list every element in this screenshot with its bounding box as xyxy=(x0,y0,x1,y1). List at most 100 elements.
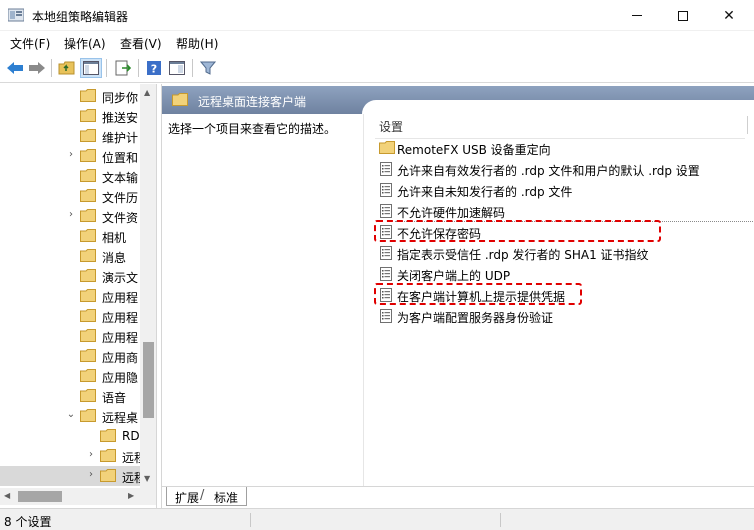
folder-icon xyxy=(80,149,96,162)
toolbar-separator xyxy=(192,59,193,77)
show-hide-tree-icon xyxy=(83,61,99,75)
policy-setting-icon xyxy=(379,267,393,281)
tree-item[interactable]: 语音 xyxy=(0,386,140,406)
tree-item[interactable]: 应用程 xyxy=(0,306,140,326)
show-hide-tree-button[interactable] xyxy=(80,58,102,78)
properties-view-button[interactable] xyxy=(166,58,188,78)
tree-item[interactable]: › 位置和 xyxy=(0,146,140,166)
maximize-icon xyxy=(678,10,688,21)
help-button[interactable]: ? xyxy=(143,58,165,78)
tree-item[interactable]: 推送安 xyxy=(0,106,140,126)
setting-row[interactable]: 指定表示受信任 .rdp 发行者的 SHA1 证书指纹 xyxy=(377,243,753,264)
maximize-button[interactable] xyxy=(660,0,706,31)
menu-file[interactable]: 文件(F) xyxy=(10,35,50,52)
setting-label: 允许来自有效发行者的 .rdp 文件和用户的默认 .rdp 设置 xyxy=(397,164,700,178)
tree-item-label: 文本输 xyxy=(102,171,139,185)
menu-view[interactable]: 查看(V) xyxy=(120,35,162,52)
folder-icon xyxy=(80,389,96,402)
status-divider xyxy=(250,513,251,527)
tree-item[interactable]: 相机 xyxy=(0,226,140,246)
folder-icon xyxy=(100,469,116,482)
export-list-icon xyxy=(115,60,131,76)
folder-icon xyxy=(80,329,96,342)
tree-item[interactable]: › 文件资 xyxy=(0,206,140,226)
tree-item[interactable]: 维护计 xyxy=(0,126,140,146)
chevron-right-icon[interactable]: › xyxy=(86,449,96,460)
settings-pane: 远程桌面连接客户端 选择一个项目来查看它的描述。 设置 RemoteFX USB… xyxy=(161,84,754,508)
folder-icon xyxy=(80,369,96,382)
scroll-down-icon[interactable]: ▼ xyxy=(144,474,150,483)
setting-label: 为客户端配置服务器身份验证 xyxy=(397,311,554,325)
scroll-right-icon[interactable]: ▶ xyxy=(128,491,134,500)
tree-item-label: 文件资 xyxy=(102,211,139,225)
tree-item[interactable]: ⌄ 远程桌 xyxy=(0,406,140,426)
tree-horizontal-scrollbar[interactable]: ◀ ▶ xyxy=(0,488,156,505)
chevron-right-icon[interactable]: › xyxy=(86,469,96,480)
menu-bar: 文件(F) 操作(A) 查看(V) 帮助(H) xyxy=(0,31,754,53)
policy-setting-icon xyxy=(379,183,393,197)
tree-item[interactable]: RD xyxy=(0,426,140,446)
policy-tree[interactable]: 同步你 推送安 维护计 › 位置和 文本输 文件历 › 文件资 相机 消息 演示文 应用程 应用程 应用程应… xyxy=(0,84,157,508)
folder-icon xyxy=(80,109,96,122)
close-button[interactable]: ✕ xyxy=(706,0,752,31)
tree-item[interactable]: › 远程 xyxy=(0,466,140,486)
setting-row[interactable]: 允许来自有效发行者的 .rdp 文件和用户的默认 .rdp 设置 xyxy=(377,159,753,180)
status-divider xyxy=(500,513,501,527)
setting-row[interactable]: 为客户端配置服务器身份验证 xyxy=(377,306,753,327)
tree-item[interactable]: 文件历 xyxy=(0,186,140,206)
column-header-setting[interactable]: 设置 xyxy=(379,118,403,135)
settings-list: 设置 RemoteFX USB 设备重定向允许来自有效发行者的 .rdp 文件和… xyxy=(365,114,754,484)
folder-icon xyxy=(80,349,96,362)
filter-button[interactable] xyxy=(197,58,219,78)
up-folder-button[interactable] xyxy=(56,58,78,78)
scroll-thumb[interactable] xyxy=(18,491,62,502)
policy-setting-icon xyxy=(379,246,393,260)
tree-item[interactable]: 文本输 xyxy=(0,166,140,186)
folder-icon xyxy=(100,429,116,442)
folder-icon xyxy=(80,229,96,242)
export-list-button[interactable] xyxy=(112,58,134,78)
setting-row[interactable]: 不允许硬件加速解码 xyxy=(377,201,753,222)
status-bar: 8 个设置 xyxy=(0,508,754,530)
title-bar: 本地组策略编辑器 ✕ xyxy=(0,0,754,31)
setting-row[interactable]: RemoteFX USB 设备重定向 xyxy=(377,138,753,159)
view-tabs: 扩展 / 标准 xyxy=(162,486,754,506)
back-button[interactable] xyxy=(4,58,26,78)
policy-setting-icon xyxy=(379,162,393,176)
tree-item[interactable]: 应用程 xyxy=(0,286,140,306)
close-icon: ✕ xyxy=(723,7,735,24)
scroll-up-icon[interactable]: ▲ xyxy=(144,88,150,97)
minimize-icon xyxy=(632,15,642,16)
tree-vertical-scrollbar[interactable]: ▲ ▼ xyxy=(140,84,156,488)
window-title: 本地组策略编辑器 xyxy=(32,10,129,24)
tree-item[interactable]: 应用隐 xyxy=(0,366,140,386)
chevron-right-icon[interactable]: › xyxy=(66,149,76,160)
chevron-right-icon[interactable]: › xyxy=(66,209,76,220)
tree-item-label: 应用程 xyxy=(102,331,139,345)
tree-item-label: 远程 xyxy=(122,451,140,465)
chevron-down-icon[interactable]: ⌄ xyxy=(66,409,76,420)
minimize-button[interactable] xyxy=(614,0,660,31)
setting-row[interactable]: 允许来自未知发行者的 .rdp 文件 xyxy=(377,180,753,201)
status-text: 8 个设置 xyxy=(4,515,52,529)
menu-help[interactable]: 帮助(H) xyxy=(176,35,218,52)
scroll-thumb[interactable] xyxy=(143,342,154,418)
tab-standard[interactable]: 标准 xyxy=(206,487,248,506)
setting-label: 关闭客户端上的 UDP xyxy=(397,269,511,283)
pane-title: 远程桌面连接客户端 xyxy=(198,95,307,109)
setting-row[interactable]: 关闭客户端上的 UDP xyxy=(377,264,753,285)
tree-item-label: 语音 xyxy=(102,391,127,405)
tree-item[interactable]: 应用商 xyxy=(0,346,140,366)
toolbar: ? xyxy=(0,53,754,83)
forward-button[interactable] xyxy=(26,58,48,78)
toolbar-separator xyxy=(51,59,52,77)
tree-item[interactable]: 演示文 xyxy=(0,266,140,286)
scroll-left-icon[interactable]: ◀ xyxy=(4,491,10,500)
menu-action[interactable]: 操作(A) xyxy=(64,35,106,52)
folder-icon xyxy=(80,169,96,182)
tree-item[interactable]: 消息 xyxy=(0,246,140,266)
tree-item[interactable]: 应用程 xyxy=(0,326,140,346)
tree-item[interactable]: 同步你 xyxy=(0,86,140,106)
tree-item[interactable]: › 远程 xyxy=(0,446,140,466)
highlight-box xyxy=(374,220,661,242)
